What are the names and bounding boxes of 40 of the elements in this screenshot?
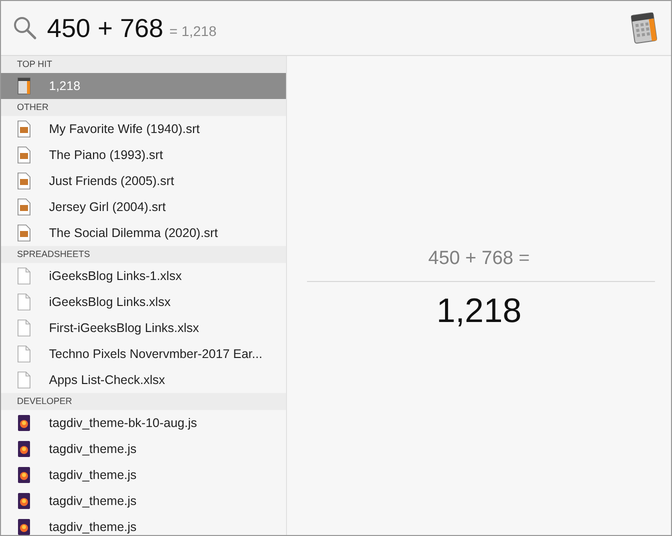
script-file-icon: [17, 518, 31, 535]
document-icon: [17, 198, 31, 216]
inline-result: = 1,218: [169, 23, 216, 39]
section-header: OTHER: [1, 99, 286, 116]
script-file-icon: [17, 414, 31, 432]
document-icon: [17, 172, 31, 190]
result-item[interactable]: My Favorite Wife (1940).srt: [1, 116, 286, 142]
result-item[interactable]: Techno Pixels Novervmber-2017 Ear...: [1, 341, 286, 367]
result-item[interactable]: First-iGeeksBlog Links.xlsx: [1, 315, 286, 341]
script-file-icon: [17, 440, 31, 458]
section-header: SPREADSHEETS: [1, 246, 286, 263]
result-item[interactable]: tagdiv_theme.js: [1, 436, 286, 462]
result-item[interactable]: Just Friends (2005).srt: [1, 168, 286, 194]
result-item[interactable]: tagdiv_theme.js: [1, 488, 286, 514]
result-item[interactable]: Apps List-Check.xlsx: [1, 367, 286, 393]
file-icon: [17, 319, 31, 337]
section-header: TOP HIT: [1, 56, 286, 73]
section-header: DEVELOPER: [1, 393, 286, 410]
search-icon: [13, 16, 37, 40]
script-file-icon: [17, 466, 31, 484]
document-icon: [17, 224, 31, 242]
file-icon: [17, 345, 31, 363]
result-item[interactable]: Jersey Girl (2004).srt: [1, 194, 286, 220]
document-icon: [17, 120, 31, 138]
result-item[interactable]: iGeeksBlog Links.xlsx: [1, 289, 286, 315]
result-item[interactable]: iGeeksBlog Links-1.xlsx: [1, 263, 286, 289]
file-icon: [17, 267, 31, 285]
search-query[interactable]: 450 + 768: [47, 12, 164, 44]
calculator-icon: [17, 77, 31, 95]
result-value: 1,218: [436, 292, 522, 331]
file-icon: [17, 293, 31, 311]
file-icon: [17, 371, 31, 389]
script-file-icon: [17, 492, 31, 510]
document-icon: [17, 146, 31, 164]
result-item[interactable]: The Social Dilemma (2020).srt: [1, 220, 286, 246]
expression-text: 450 + 768 =: [428, 248, 530, 270]
result-item[interactable]: tagdiv_theme.js: [1, 514, 286, 535]
result-item[interactable]: tagdiv_theme-bk-10-aug.js: [1, 410, 286, 436]
result-item[interactable]: tagdiv_theme.js: [1, 462, 286, 488]
result-item[interactable]: The Piano (1993).srt: [1, 142, 286, 168]
